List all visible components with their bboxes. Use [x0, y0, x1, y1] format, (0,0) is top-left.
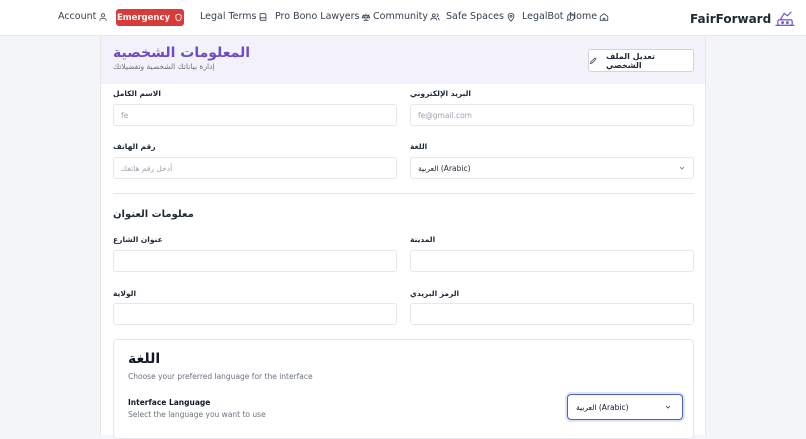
- language-select[interactable]: العربية (Arabic): [410, 157, 694, 179]
- nav-home[interactable]: Home: [569, 11, 609, 22]
- email-value: fe@gmail.com: [418, 110, 472, 120]
- nav-pro-bono-label: Pro Bono Lawyers: [275, 11, 360, 22]
- full-name-value: fe: [121, 110, 129, 120]
- profile-header: المعلومات الشخصية إدارة بياناتك الشخصية …: [101, 36, 705, 84]
- city-field[interactable]: [410, 250, 694, 272]
- phone-placeholder: أدخل رقم هاتفك: [121, 163, 173, 173]
- chevron-down-icon: [665, 405, 671, 409]
- chevron-down-icon: [679, 166, 685, 170]
- emergency-button[interactable]: Emergency: [116, 9, 184, 26]
- profile-card: المعلومات الشخصية إدارة بياناتك الشخصية …: [100, 36, 706, 439]
- interface-language-label: Interface Language: [128, 398, 211, 407]
- logo-icon: [775, 11, 795, 27]
- book-icon: [260, 12, 267, 21]
- edit-profile-label: تعديل الملف الشخصي: [605, 51, 655, 70]
- language-label: اللغة: [410, 142, 428, 151]
- nav-legal-terms[interactable]: Legal Terms: [200, 11, 268, 22]
- postal-label: الرمز البريدي: [410, 289, 460, 298]
- scale-icon: [362, 13, 371, 21]
- user-icon: [99, 12, 108, 21]
- section-divider: [113, 193, 694, 194]
- full-name-field[interactable]: fe: [113, 104, 397, 126]
- state-field[interactable]: [113, 303, 397, 325]
- users-icon: [430, 12, 440, 20]
- phone-field[interactable]: أدخل رقم هاتفك: [113, 157, 397, 179]
- nav-legal-terms-label: Legal Terms: [200, 11, 257, 22]
- home-icon: [599, 12, 609, 21]
- map-pin-icon: [507, 12, 515, 22]
- brand-name: FairForward: [690, 12, 772, 26]
- edit-profile-button[interactable]: تعديل الملف الشخصي: [588, 49, 694, 72]
- nav-legalbot-label: LegalBot: [522, 11, 564, 22]
- brand-logo[interactable]: FairForward: [690, 9, 797, 29]
- interface-language-hint: Select the language you want to use: [128, 410, 266, 419]
- nav-community-label: Community: [373, 11, 428, 22]
- shield-icon: [175, 13, 182, 22]
- language-settings-description: Choose your preferred language for the i…: [128, 372, 313, 381]
- phone-label: رقم الهاتف: [113, 142, 156, 151]
- nav-home-label: Home: [569, 11, 598, 22]
- city-label: المدينة: [410, 235, 436, 244]
- page-subtitle: إدارة بياناتك الشخصية وتفضيلاتك: [113, 62, 215, 71]
- nav-pro-bono[interactable]: Pro Bono Lawyers: [275, 11, 371, 22]
- nav-account[interactable]: Account: [58, 11, 108, 22]
- nav-legalbot[interactable]: LegalBot: [522, 11, 576, 22]
- nav-community[interactable]: Community: [373, 11, 440, 22]
- interface-language-value: العربية (Arabic): [576, 402, 629, 412]
- interface-language-select[interactable]: العربية (Arabic): [567, 394, 683, 420]
- street-field[interactable]: [113, 250, 397, 272]
- language-settings-card: اللغة Choose your preferred language for…: [113, 339, 694, 439]
- nav-safe-spaces-label: Safe Spaces: [446, 11, 504, 22]
- top-nav: Account Emergency Legal Terms Pro Bono L…: [0, 0, 806, 36]
- language-value: العربية (Arabic): [418, 163, 471, 173]
- pencil-icon: [589, 57, 597, 65]
- postal-field[interactable]: [410, 303, 694, 325]
- address-section-title: معلومات العنوان: [113, 209, 194, 220]
- nav-safe-spaces[interactable]: Safe Spaces: [446, 11, 516, 22]
- email-label: البريد الإلكتروني: [410, 89, 471, 98]
- emergency-label: Emergency: [116, 12, 171, 23]
- email-field[interactable]: fe@gmail.com: [410, 104, 694, 126]
- state-label: الولاية: [113, 289, 137, 298]
- language-settings-title: اللغة: [128, 351, 161, 367]
- full-name-label: الاسم الكامل: [113, 89, 161, 98]
- street-label: عنوان الشارع: [113, 235, 163, 244]
- page-title: المعلومات الشخصية: [113, 45, 251, 61]
- nav-account-label: Account: [58, 11, 97, 22]
